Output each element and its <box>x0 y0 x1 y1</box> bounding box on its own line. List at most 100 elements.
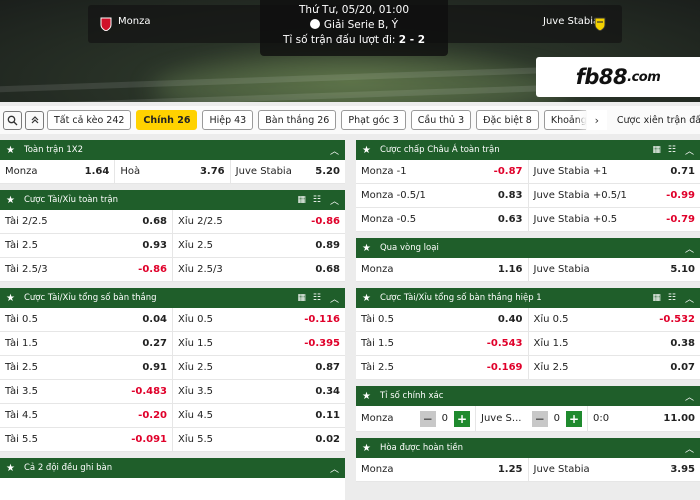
odds-cell[interactable]: Tài 0.5 0.40 <box>356 308 529 331</box>
odds-cell[interactable]: Xỉu 0.5 -0.116 <box>173 308 345 331</box>
increment-button[interactable]: + <box>454 410 470 427</box>
panel-header[interactable]: ★ Tỉ số chính xác ︿ <box>356 386 700 406</box>
list-view-icon[interactable]: ☷ <box>668 145 676 155</box>
odds-cell[interactable]: Xỉu 0.5 -0.532 <box>529 308 700 331</box>
tab-time-range[interactable]: Khoảng t <box>543 110 586 130</box>
odds-cell[interactable]: Xỉu 2.5 0.89 <box>173 234 345 257</box>
odds-cell[interactable]: Monza 1.16 <box>356 258 529 281</box>
odds-cell[interactable]: Xỉu 1.5 0.38 <box>529 332 700 355</box>
odds-cell[interactable]: Tài 1.5 0.27 <box>0 332 173 355</box>
odds-cell[interactable]: Juve Stabia +0.5/1 -0.99 <box>529 184 700 207</box>
list-view-icon[interactable]: ☷ <box>668 293 676 303</box>
chevron-up-icon[interactable]: ︿ <box>330 462 339 475</box>
odds-value: 0.68 <box>315 264 340 275</box>
star-icon[interactable]: ★ <box>6 145 15 156</box>
odds-cell[interactable]: Xỉu 2.5 0.87 <box>173 356 345 379</box>
panel-header[interactable]: ★ Cả 2 đội đều ghi bàn ︿ <box>0 458 345 478</box>
panel-header[interactable]: ★ Hòa được hoàn tiền ︿ <box>356 438 700 458</box>
panel-header[interactable]: ★ Toàn trận 1X2 ︿ <box>0 140 345 160</box>
star-icon[interactable]: ★ <box>362 293 371 304</box>
star-icon[interactable]: ★ <box>362 243 371 254</box>
collapse-all-icon[interactable] <box>25 110 44 130</box>
odds-row: Monza -0.5/1 0.83 Juve Stabia +0.5/1 -0.99 <box>356 184 700 208</box>
market-panel-first-half-goals: ★ Cược Tài/Xỉu tổng số bàn thắng hiệp 1 … <box>356 288 700 380</box>
tab-half[interactable]: Hiệp 43 <box>202 110 254 130</box>
decrement-button[interactable]: − <box>531 410 548 427</box>
odds-cell[interactable]: Tài 2.5/3 -0.86 <box>0 258 173 281</box>
chevron-up-icon[interactable]: ︿ <box>330 194 339 207</box>
odds-cell[interactable]: Xỉu 3.5 0.34 <box>173 380 345 403</box>
score-odds-cell[interactable]: 0:0 11.00 <box>588 406 700 431</box>
chevron-up-icon[interactable]: ︿ <box>685 390 694 403</box>
panel-header[interactable]: ★ Cược chấp Châu Á toàn trận ▦ ☷ ︿ <box>356 140 700 160</box>
tab-main[interactable]: Chính 26 <box>136 110 198 130</box>
list-view-icon[interactable]: ☷ <box>313 293 321 303</box>
star-icon[interactable]: ★ <box>362 391 371 402</box>
odds-cell[interactable]: Juve Stabia 5.10 <box>529 258 700 281</box>
odds-cell[interactable]: Xỉu 1.5 -0.395 <box>173 332 345 355</box>
tab-goals[interactable]: Bàn thắng 26 <box>258 110 337 130</box>
odds-label: Juve Stabia <box>235 166 292 177</box>
chevron-up-icon[interactable]: ︿ <box>685 144 694 157</box>
odds-cell[interactable]: Tài 2.5 0.91 <box>0 356 173 379</box>
chevron-up-icon[interactable]: ︿ <box>685 242 694 255</box>
panel-title: Cược Tài/Xỉu tổng số bàn thắng hiệp 1 <box>379 293 542 303</box>
star-icon[interactable]: ★ <box>362 145 371 156</box>
odds-cell[interactable]: Tài 2.5 -0.169 <box>356 356 529 379</box>
odds-cell[interactable]: Juve Stabia 5.20 <box>231 160 345 183</box>
odds-cell[interactable]: Xỉu 2.5/3 0.68 <box>173 258 345 281</box>
grid-view-icon[interactable]: ▦ <box>297 195 305 205</box>
odds-cell[interactable]: Tài 2/2.5 0.68 <box>0 210 173 233</box>
tab-specials[interactable]: Đặc biệt 8 <box>476 110 539 130</box>
odds-cell[interactable]: Hoà 3.76 <box>115 160 231 183</box>
grid-view-icon[interactable]: ▦ <box>652 145 660 155</box>
odds-cell[interactable]: Xỉu 2/2.5 -0.86 <box>173 210 345 233</box>
star-icon[interactable]: ★ <box>362 443 371 454</box>
chevron-up-icon[interactable]: ︿ <box>330 292 339 305</box>
odds-value: 0.27 <box>142 338 167 349</box>
odds-cell[interactable]: Tài 3.5 -0.483 <box>0 380 173 403</box>
odds-cell[interactable]: Tài 5.5 -0.091 <box>0 428 173 451</box>
odds-label: Monza <box>361 264 394 275</box>
market-panel-qualify: ★ Qua vòng loại ︿ Monza 1.16 Juve Stabia 5… <box>356 238 700 282</box>
panel-header[interactable]: ★ Cược Tài/Xỉu tổng số bàn thắng hiệp 1 … <box>356 288 700 308</box>
odds-cell[interactable]: Monza -0.5/1 0.83 <box>356 184 529 207</box>
tab-all[interactable]: Tất cả kèo 242 <box>47 110 132 130</box>
odds-cell[interactable]: Tài 2.5 0.93 <box>0 234 173 257</box>
parlay-label: Cược xiên trận đấu <box>616 114 700 126</box>
grid-view-icon[interactable]: ▦ <box>297 293 305 303</box>
odds-label: Tài 2.5 <box>5 240 38 251</box>
increment-button[interactable]: + <box>566 410 582 427</box>
tab-corners[interactable]: Phạt góc 3 <box>341 110 406 130</box>
chevron-up-icon[interactable]: ︿ <box>685 442 694 455</box>
odds-cell[interactable]: Monza 1.25 <box>356 458 529 481</box>
chevron-right-icon[interactable]: › <box>586 110 607 130</box>
odds-cell[interactable]: Juve Stabia 3.95 <box>529 458 700 481</box>
list-view-icon[interactable]: ☷ <box>313 195 321 205</box>
odds-cell[interactable]: Tài 4.5 -0.20 <box>0 404 173 427</box>
panel-header[interactable]: ★ Cược Tài/Xỉu tổng số bàn thắng ▦ ☷ ︿ <box>0 288 345 308</box>
decrement-button[interactable]: − <box>419 410 436 427</box>
odds-cell[interactable]: Monza 1.64 <box>0 160 116 183</box>
odds-row: Tài 2.5 0.91 Xỉu 2.5 0.87 <box>0 356 345 380</box>
odds-cell[interactable]: Xỉu 4.5 0.11 <box>173 404 345 427</box>
grid-view-icon[interactable]: ▦ <box>652 293 660 303</box>
odds-cell[interactable]: Tài 0.5 0.04 <box>0 308 173 331</box>
panel-header[interactable]: ★ Cược Tài/Xỉu toàn trận ▦ ☷ ︿ <box>0 190 345 210</box>
odds-cell[interactable]: Xỉu 2.5 0.07 <box>529 356 700 379</box>
chevron-up-icon[interactable]: ︿ <box>685 292 694 305</box>
panel-header[interactable]: ★ Qua vòng loại ︿ <box>356 238 700 258</box>
odds-cell[interactable]: Monza -1 -0.87 <box>356 160 529 183</box>
odds-value: 0.11 <box>315 410 340 421</box>
odds-cell[interactable]: Juve Stabia +1 0.71 <box>529 160 700 183</box>
star-icon[interactable]: ★ <box>6 293 15 304</box>
search-icon[interactable] <box>3 110 22 130</box>
tab-players[interactable]: Cầu thủ 3 <box>410 110 472 130</box>
odds-cell[interactable]: Tài 1.5 -0.543 <box>356 332 529 355</box>
star-icon[interactable]: ★ <box>6 463 15 474</box>
odds-cell[interactable]: Juve Stabia +0.5 -0.79 <box>529 208 700 231</box>
odds-cell[interactable]: Monza -0.5 0.63 <box>356 208 529 231</box>
star-icon[interactable]: ★ <box>6 195 15 206</box>
odds-cell[interactable]: Xỉu 5.5 0.02 <box>173 428 345 451</box>
chevron-up-icon[interactable]: ︿ <box>330 144 339 157</box>
